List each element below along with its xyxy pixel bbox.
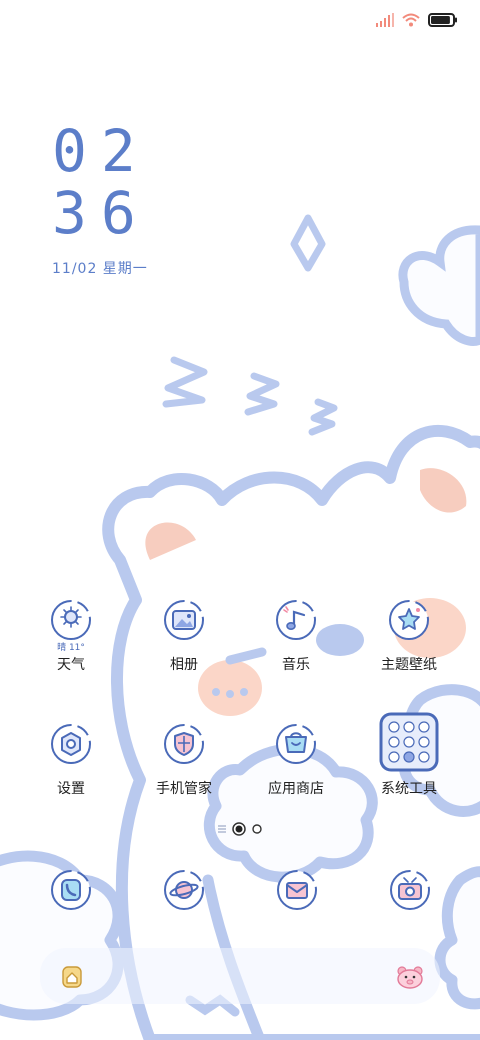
clock-hours: 02 <box>52 117 150 185</box>
page-list-icon <box>218 825 226 833</box>
app-label: 主题壁纸 <box>381 657 437 673</box>
page-dot-active[interactable] <box>232 822 246 836</box>
app-label: 音乐 <box>282 657 310 673</box>
home-shortcut[interactable] <box>60 965 84 989</box>
app-label: 系统工具 <box>381 781 437 797</box>
theme-star-icon <box>389 600 429 640</box>
weather-sun-icon <box>51 600 91 640</box>
clock-minutes: 36 <box>52 179 150 247</box>
app-music[interactable]: 音乐 <box>240 598 352 688</box>
dock-bar <box>40 948 440 1004</box>
app-label: 应用商店 <box>268 781 324 797</box>
house-icon <box>62 966 82 988</box>
messages-envelope-icon <box>277 870 317 910</box>
app-label: 相册 <box>170 657 198 673</box>
app-label: 天气 <box>57 657 85 673</box>
dock-browser[interactable] <box>162 868 206 912</box>
system-tools-folder-icon <box>379 712 439 772</box>
sparkle-icon <box>290 214 326 272</box>
music-note-icon <box>276 600 316 640</box>
pig-face-icon <box>397 966 423 989</box>
pet-shortcut[interactable] <box>396 965 424 989</box>
app-weather[interactable]: 晴 11° 天气 <box>15 598 127 688</box>
app-settings[interactable]: 设置 <box>15 722 127 812</box>
app-label: 手机管家 <box>156 781 212 797</box>
dock-messages[interactable] <box>275 868 319 912</box>
app-store[interactable]: 应用商店 <box>240 722 352 812</box>
app-phone-manager[interactable]: 手机管家 <box>128 722 240 812</box>
page-dot[interactable] <box>252 824 262 834</box>
dock-phone[interactable] <box>49 868 93 912</box>
clock-widget[interactable]: 02 36 11/02 星期一 <box>52 120 150 278</box>
app-gallery[interactable]: 相册 <box>128 598 240 688</box>
battery-icon <box>428 13 457 27</box>
app-label: 设置 <box>57 781 85 797</box>
app-themes[interactable]: 主题壁纸 <box>353 598 465 688</box>
phone-manager-shield-icon <box>164 724 204 764</box>
phone-icon <box>51 870 91 910</box>
cloud-top <box>398 225 480 346</box>
date-label: 11/02 星期一 <box>52 261 148 277</box>
dock-camera[interactable] <box>388 868 432 912</box>
page-indicator[interactable] <box>218 822 262 836</box>
wifi-icon <box>402 13 420 27</box>
signal-bars-icon <box>376 13 394 27</box>
sleep-z-icon <box>162 356 338 436</box>
status-bar <box>376 10 458 30</box>
gallery-icon <box>164 600 204 640</box>
settings-gear-icon <box>51 724 91 764</box>
app-system-tools-folder[interactable]: 系统工具 <box>353 712 465 802</box>
browser-planet-icon <box>164 870 204 910</box>
weather-summary: 晴 11° <box>57 643 85 653</box>
camera-icon <box>390 870 430 910</box>
app-store-bag-icon <box>276 724 316 764</box>
